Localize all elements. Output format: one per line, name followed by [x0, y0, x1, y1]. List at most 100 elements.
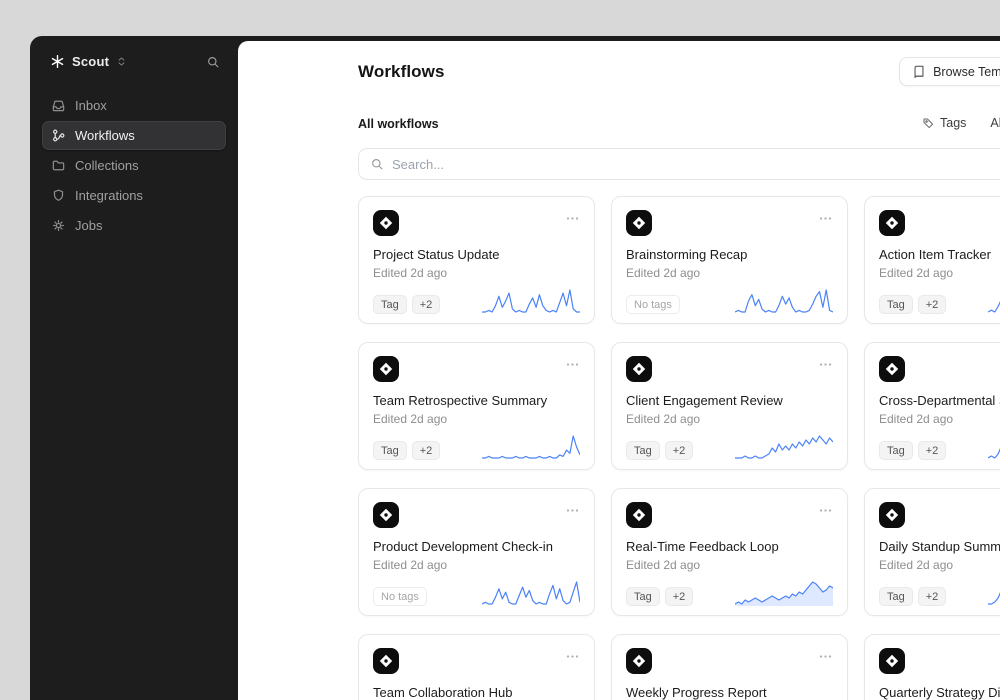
- card-edited-label: Edited 2d ago: [373, 266, 448, 280]
- template-icon: [912, 65, 926, 79]
- card-footer: Tag +2: [373, 288, 580, 314]
- chip-group: Tag +2: [879, 587, 947, 606]
- sidebar: Scout Inbox Workflows Collections Integrati…: [30, 36, 238, 700]
- sidebar-item-workflows[interactable]: Workflows: [42, 121, 226, 150]
- card-edited-label: Edited 2d ago: [626, 558, 701, 572]
- workflow-glyph-icon: [373, 210, 399, 236]
- card-footer: Tag +2: [373, 434, 580, 460]
- tag-chip: Tag: [626, 441, 660, 460]
- sparkline-chart: [735, 580, 833, 606]
- card-top: [626, 502, 833, 528]
- workflow-card[interactable]: Product Development Check-in Edited 2d ag…: [358, 488, 595, 616]
- browse-templates-button[interactable]: Browse Templates: [899, 57, 1000, 86]
- chip-group: Tag +2: [373, 295, 441, 314]
- workflow-glyph-icon: [626, 210, 652, 236]
- app-window: Scout Inbox Workflows Collections Integrati…: [30, 36, 1000, 700]
- sidebar-search-button[interactable]: [206, 55, 220, 69]
- sparkline-chart: [988, 288, 1000, 314]
- sidebar-item-jobs[interactable]: Jobs: [42, 211, 226, 240]
- inbox-icon: [51, 98, 66, 113]
- chip-group: Tag +2: [879, 441, 947, 460]
- workflow-card[interactable]: Cross-Departmental Sync Edited 2d ago Tag+…: [864, 342, 1000, 470]
- workflow-card[interactable]: Client Engagement Review Edited 2d ago Tag…: [611, 342, 848, 470]
- card-menu-button[interactable]: [818, 211, 833, 226]
- card-top: [626, 356, 833, 382]
- tag-chip: Tag: [373, 441, 407, 460]
- chip-group: Tag +2: [626, 441, 694, 460]
- sidebar-item-collections[interactable]: Collections: [42, 151, 226, 180]
- card-title: Client Engagement Review: [626, 393, 783, 408]
- card-title: Team Collaboration Hub: [373, 685, 513, 700]
- card-footer: Tag +2: [879, 580, 1000, 606]
- card-menu-button[interactable]: [818, 503, 833, 518]
- chip-group: Tag +2: [626, 587, 694, 606]
- workflow-glyph-icon: [373, 502, 399, 528]
- sparkline-chart: [482, 434, 580, 460]
- sidebar-item-inbox[interactable]: Inbox: [42, 91, 226, 120]
- workflow-card[interactable]: Team Retrospective Summary Edited 2d ago T…: [358, 342, 595, 470]
- tag-chip: +2: [411, 295, 441, 314]
- sidebar-item-integrations[interactable]: Integrations: [42, 181, 226, 210]
- workflow-card[interactable]: Real-Time Feedback Loop Edited 2d ago Tag +…: [611, 488, 848, 616]
- workflow-glyph-icon: [879, 356, 905, 382]
- shield-icon: [51, 188, 66, 203]
- sparkline-chart: [482, 580, 580, 606]
- tag-chip: Tag: [626, 587, 660, 606]
- workflow-card[interactable]: Action Item Tracker Edited 2d ago Tag +2: [864, 196, 1000, 324]
- card-edited-label: Edited 2d ago: [373, 558, 448, 572]
- main-panel: Workflows Browse Templates All workflows…: [238, 41, 1000, 700]
- tags-filter-button[interactable]: Tags: [922, 116, 966, 130]
- card-menu-button[interactable]: [818, 357, 833, 372]
- card-footer: Tag +2: [879, 434, 1000, 460]
- workflow-glyph-icon: [373, 356, 399, 382]
- workflow-card[interactable]: Team Collaboration HubEdited 2d agoTag+2: [358, 634, 595, 700]
- sidebar-item-label: Jobs: [75, 218, 103, 233]
- card-top: [626, 210, 833, 236]
- card-top: [626, 648, 833, 674]
- search-bar: [358, 148, 1000, 180]
- sidebar-item-label: Collections: [75, 158, 139, 173]
- sidebar-item-label: Integrations: [75, 188, 143, 203]
- workspace-switcher-icon[interactable]: [116, 56, 127, 67]
- workflow-card[interactable]: Brainstorming Recap Edited 2d ago No tags: [611, 196, 848, 324]
- scout-logo-icon: [50, 54, 65, 69]
- tag-chip: Tag: [879, 295, 913, 314]
- card-menu-button[interactable]: [565, 649, 580, 664]
- workflow-glyph-icon: [879, 502, 905, 528]
- workflow-card[interactable]: Quarterly Strategy DiscussionEdited 2d a…: [864, 634, 1000, 700]
- card-title: Quarterly Strategy Discussion: [879, 685, 1000, 700]
- tag-chip: +2: [917, 441, 947, 460]
- card-menu-button[interactable]: [565, 211, 580, 226]
- sidebar-item-label: Inbox: [75, 98, 107, 113]
- workflow-card[interactable]: Daily Standup Summary Edited 2d ago Tag+2: [864, 488, 1000, 616]
- workspace-header: Scout: [42, 46, 226, 77]
- tag-chip: +2: [917, 295, 947, 314]
- search-icon: [370, 157, 384, 171]
- workflow-glyph-icon: [626, 648, 652, 674]
- search-input[interactable]: [392, 156, 1000, 172]
- sidebar-nav: Inbox Workflows Collections Integrations Job…: [42, 91, 226, 240]
- sidebar-item-label: Workflows: [75, 128, 135, 143]
- workflow-glyph-icon: [626, 356, 652, 382]
- page-title: Workflows: [358, 61, 445, 81]
- workflow-glyph-icon: [879, 648, 905, 674]
- browse-templates-label: Browse Templates: [933, 64, 1000, 79]
- card-edited-label: Edited 2d ago: [626, 412, 701, 426]
- card-menu-button[interactable]: [565, 503, 580, 518]
- tag-chip: No tags: [373, 587, 427, 606]
- sparkline-chart: [482, 288, 580, 314]
- secondary-filter-button[interactable]: All: [990, 116, 1000, 130]
- tag-chip: +2: [664, 587, 694, 606]
- filter-group: Tags All: [922, 116, 1000, 130]
- card-menu-button[interactable]: [818, 649, 833, 664]
- card-menu-button[interactable]: [565, 357, 580, 372]
- page-header: Workflows Browse Templates: [358, 57, 1000, 86]
- content-column: Workflows Browse Templates All workflows…: [358, 57, 1000, 700]
- card-footer: Tag +2: [879, 288, 1000, 314]
- tag-icon: [922, 117, 935, 130]
- workflow-card[interactable]: Project Status Update Edited 2d ago Tag +2: [358, 196, 595, 324]
- sparkline-chart: [988, 580, 1000, 606]
- sparkline-chart: [735, 434, 833, 460]
- workflow-card[interactable]: Weekly Progress ReportEdited 2d agoTag+2: [611, 634, 848, 700]
- card-edited-label: Edited 2d ago: [879, 412, 954, 426]
